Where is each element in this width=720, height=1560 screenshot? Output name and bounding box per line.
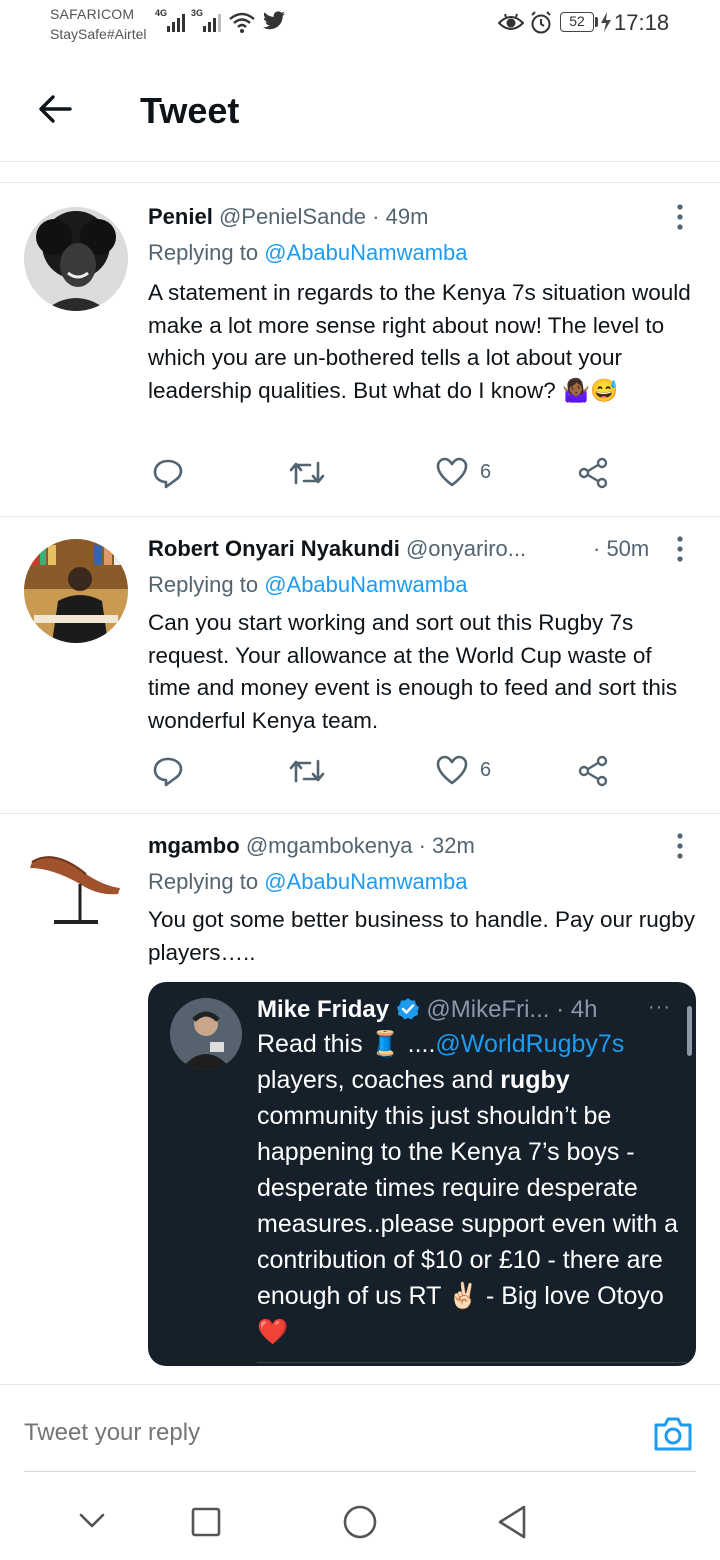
avatar[interactable] [24, 207, 128, 311]
avatar-image [170, 998, 242, 1070]
tweet-header: Robert Onyari Nyakundi @onyariro... [148, 536, 526, 562]
tweet-actions: 6 [148, 457, 628, 497]
quoted-author-name: Mike Friday [257, 996, 390, 1023]
reply-button[interactable] [152, 755, 184, 787]
author-handle[interactable]: @mgambokenya [246, 833, 413, 858]
like-button[interactable]: 6 [436, 457, 491, 487]
replying-to: Replying to @AbabuNamwamba [148, 869, 468, 894]
author-handle[interactable]: @onyariro... [406, 536, 526, 561]
quoted-scrollbar [687, 1006, 692, 1056]
quoted-avatar [170, 998, 242, 1070]
retweet-icon [289, 461, 325, 485]
mention-link[interactable]: @AbabuNamwamba [264, 869, 467, 894]
wifi-icon [229, 12, 255, 33]
mention-link[interactable]: @AbabuNamwamba [264, 240, 467, 265]
heart-icon [436, 755, 468, 785]
tweet-text: You got some better business to handle. … [148, 907, 696, 965]
tweet-text: A statement in regards to the Kenya 7s s… [148, 280, 691, 403]
reply-button[interactable] [152, 457, 184, 489]
share-icon [578, 755, 608, 787]
retweet-button[interactable] [288, 457, 326, 489]
tweet-time: · 50m [593, 536, 650, 561]
signal-indicators: 4G 3G [155, 8, 221, 32]
quoted-tweet-image[interactable]: Mike Friday @MikeFri... · 4h ··· Read th… [148, 982, 696, 1366]
tweet-peniel[interactable]: Peniel @PenielSande · 49m Replying to @A… [0, 183, 720, 517]
status-bar: SAFARICOM StaySafe#Airtel 4G 3G 52 17:18 [0, 0, 720, 52]
replying-to: Replying to @AbabuNamwamba [148, 572, 468, 597]
battery-indicator: 52 [560, 12, 594, 32]
share-button[interactable] [578, 457, 610, 489]
collapse-chevron-icon[interactable] [78, 1512, 106, 1530]
app-header: Tweet [0, 62, 720, 162]
reply-icon [153, 757, 183, 787]
recents-square-icon[interactable] [190, 1506, 222, 1538]
home-circle-icon[interactable] [342, 1504, 378, 1540]
tweet-actions: 6 [148, 755, 628, 795]
tweet-time: · 49m [372, 204, 429, 229]
author-handle[interactable]: @PenielSande [219, 204, 366, 229]
quoted-time: · 4h [556, 996, 598, 1023]
quoted-divider [257, 1362, 687, 1363]
avatar[interactable] [24, 834, 128, 938]
quoted-more-icon: ··· [648, 996, 671, 1018]
avatar[interactable] [24, 539, 128, 643]
back-arrow-icon[interactable] [36, 90, 74, 128]
more-options-icon[interactable] [670, 832, 690, 860]
retweet-icon [289, 759, 325, 783]
tweet-header: Peniel @PenielSande · 49m [148, 204, 428, 230]
clock: 17:18 [614, 10, 670, 35]
retweet-button[interactable] [288, 755, 326, 787]
page-title: Tweet [140, 90, 240, 131]
verified-badge-icon [396, 998, 419, 1020]
like-button[interactable]: 6 [436, 755, 491, 785]
avatar-image [24, 834, 128, 938]
battery-tip [595, 17, 598, 27]
back-triangle-icon[interactable] [496, 1504, 528, 1540]
quoted-text: Read this 🧵 ....@WorldRugby7s players, c… [257, 1030, 679, 1346]
tweet-time: · 32m [418, 833, 475, 858]
avatar-image [24, 207, 128, 311]
reply-input[interactable] [24, 1419, 584, 1447]
like-count: 6 [480, 758, 492, 781]
avatar-image [24, 539, 128, 643]
tweet-robert[interactable]: Robert Onyari Nyakundi @onyariro... · 50… [0, 517, 720, 814]
reply-composer [0, 1384, 720, 1472]
author-name[interactable]: mgambo [148, 833, 240, 858]
more-options-icon[interactable] [670, 535, 690, 563]
share-button[interactable] [578, 755, 610, 787]
camera-icon[interactable] [652, 1415, 694, 1453]
quoted-handle: @MikeFri... [426, 996, 550, 1023]
alarm-icon [531, 11, 551, 34]
like-count: 6 [480, 460, 492, 483]
reply-icon [153, 459, 183, 489]
system-nav-bar [0, 1472, 720, 1560]
signal-4g-icon: 4G [155, 8, 185, 32]
twitter-icon [263, 11, 285, 30]
tweet-header: mgambo @mgambokenya · 32m [148, 833, 475, 859]
charging-bolt-icon [601, 12, 611, 32]
tweet-text: Can you start working and sort out this … [148, 610, 678, 733]
eye-comfort-icon [498, 13, 524, 30]
replying-to: Replying to @AbabuNamwamba [148, 240, 468, 265]
heart-icon [436, 457, 468, 487]
carrier-secondary: StaySafe#Airtel [50, 26, 147, 42]
more-options-icon[interactable] [670, 203, 690, 231]
quoted-header: Mike Friday @MikeFri... · 4h [257, 996, 597, 1024]
share-icon [578, 457, 608, 489]
carrier-primary: SAFARICOM [50, 6, 135, 22]
mention-link[interactable]: @AbabuNamwamba [264, 572, 467, 597]
author-name[interactable]: Peniel [148, 204, 213, 229]
signal-3g-icon: 3G [191, 8, 221, 32]
author-name[interactable]: Robert Onyari Nyakundi [148, 536, 400, 561]
